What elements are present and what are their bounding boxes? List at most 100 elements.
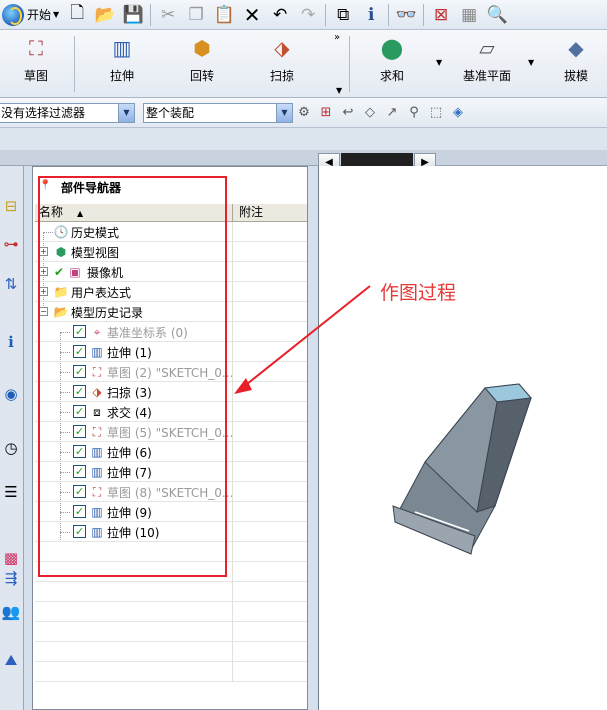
tree-row[interactable]: 🕓 历史模式 [35,222,307,242]
navigator-tree: 🕓 历史模式 + ⬢ 模型视图 + ✔ ▣ 摄像机 + 📁 用户表达式 − 📂 … [35,222,307,682]
tree-row[interactable]: ✓ ⛶ 草图 (5) "SKETCH_0... [35,422,307,442]
rectangle-select-icon[interactable]: ⬚ [425,102,447,124]
sketch-button[interactable]: ⛶ 草图 [6,34,66,84]
tree-row[interactable]: ✓ ▥ 拉伸 (9) [35,502,307,522]
save-icon[interactable]: 💾 [119,1,147,29]
model-view-icon: ⬢ [55,245,67,259]
shaded-view-icon[interactable]: ▦ [455,1,483,29]
cube-icon[interactable]: ◈ [447,102,469,124]
part-navigator-icon[interactable]: ⇅ [0,270,22,298]
toolbar-overflow-icon[interactable]: » [334,32,340,43]
clock-icon: 🕓 [53,225,69,239]
expand-icon[interactable]: + [39,287,48,296]
reuse-library-icon[interactable]: ☰ [0,478,22,506]
zoom-icon[interactable]: 🔍 [483,1,511,29]
roles-icon[interactable]: 👥 [0,598,22,626]
revolve-icon: ⬢ [193,36,211,60]
empty-row [35,562,307,582]
visibility-checkbox[interactable]: ✓ [73,385,86,398]
pointer-icon[interactable]: ↗ [381,102,403,124]
snap-view-icon[interactable]: ⧉ [329,1,357,29]
info-icon[interactable]: ℹ [0,328,22,356]
pin-icon[interactable]: 📍 [39,180,51,191]
visibility-checkbox[interactable]: ✓ [73,485,86,498]
expand-icon[interactable]: + [39,267,48,276]
tree-row[interactable]: ✓ ⧈ 求交 (4) [35,402,307,422]
tree-item-label: 基准坐标系 (0) [107,326,188,340]
sweep-button[interactable]: ⬗ 扫掠 [252,34,312,84]
cut-icon[interactable]: ✂ [154,1,182,29]
sketch-icon: ⛶ [92,484,102,499]
extrude-icon: ▥ [112,36,132,60]
information-icon[interactable]: ℹ [357,1,385,29]
web-browser-icon[interactable]: ◉ [0,380,22,408]
assembly-navigator-icon[interactable]: ⊟ [0,192,22,220]
visibility-checkbox[interactable]: ✓ [73,345,86,358]
redo-icon[interactable]: ↷ [294,1,322,29]
tree-row[interactable]: ✓ ▥ 拉伸 (1) [35,342,307,362]
fit-view-icon[interactable]: ⊠ [427,1,455,29]
chevron-down-icon[interactable]: ▼ [118,103,134,122]
filter-settings-icon[interactable]: ⚙ [293,102,315,124]
start-menu-button[interactable]: 开始 ▼ [0,1,63,29]
tree-row[interactable]: − 📂 模型历史记录 [35,302,307,322]
extrude-button[interactable]: ▥ 拉伸 [92,34,152,84]
visibility-checkbox[interactable]: ✓ [73,445,86,458]
delete-icon[interactable]: ✕ [238,1,266,29]
nx-logo-icon [2,3,24,26]
undo-icon[interactable]: ↶ [266,1,294,29]
visibility-checkbox[interactable]: ✓ [73,325,86,338]
part-navigator: 📍 部件导航器 名称 ▲ 附注 🕓 历史模式 + ⬢ 模型视图 + ✔ ▣ 摄像… [32,166,308,710]
unite-button[interactable]: ⬤ 求和 [362,34,422,84]
unite-icon: ⬤ [380,36,404,60]
copy-icon[interactable]: ❐ [182,1,210,29]
tree-row[interactable]: ✓ ⛶ 草图 (8) "SKETCH_0... [35,482,307,502]
process-studio-icon[interactable]: ⇶ [0,564,22,592]
binoculars-icon[interactable]: 👓 [392,1,420,29]
datum-plane-button[interactable]: ▱ 基准平面 [454,34,520,84]
tree-row[interactable]: ✓ ⌖ 基准坐标系 (0) [35,322,307,342]
type-filter-select[interactable]: 没有选择过滤器 ▼ [0,102,135,123]
chevron-down-icon[interactable]: ▼ [276,103,292,122]
scope-select[interactable]: 整个装配 ▼ [143,102,293,123]
paste-icon[interactable]: 📋 [210,1,238,29]
tree-item-label: 拉伸 (6) [107,446,152,460]
draft-button[interactable]: ◆ 拔模 [546,34,606,84]
tree-row[interactable]: + 📁 用户表达式 [35,282,307,302]
history-icon[interactable]: ◷ [0,434,22,462]
pin-icon[interactable]: ⚲ [403,102,425,124]
snap-point-icon[interactable]: ⊞ [315,102,337,124]
revolve-button[interactable]: ⬢ 回转 [172,34,232,84]
arrow-icon[interactable]: ↩ [337,102,359,124]
name-column-header[interactable]: 名称 ▲ [35,204,233,221]
tree-item-label: 拉伸 (9) [107,506,152,520]
extrude-icon: ▥ [91,525,103,539]
expand-icon[interactable]: + [39,247,48,256]
tree-row[interactable]: + ✔ ▣ 摄像机 [35,262,307,282]
eraser-icon[interactable]: ◇ [359,102,381,124]
chevron-down-icon[interactable]: ▼ [436,58,442,67]
datum-plane-label: 基准平面 [462,69,511,83]
tree-row[interactable]: ✓ ⬗ 扫掠 (3) [35,382,307,402]
new-file-icon[interactable]: 🗋 [63,1,91,29]
tree-row[interactable]: ✓ ⛶ 草图 (2) "SKETCH_0... [35,362,307,382]
visibility-checkbox[interactable]: ✓ [73,525,86,538]
open-folder-icon[interactable]: 📂 [91,1,119,29]
toolbar-options-icon[interactable]: ▼ [336,86,342,95]
graphics-window[interactable] [318,166,607,710]
visibility-checkbox[interactable]: ✓ [73,365,86,378]
visibility-checkbox[interactable]: ✓ [73,465,86,478]
visibility-checkbox[interactable]: ✓ [73,405,86,418]
tree-row[interactable]: ✓ ▥ 拉伸 (7) [35,462,307,482]
tree-row[interactable]: + ⬢ 模型视图 [35,242,307,262]
tree-row[interactable]: ✓ ▥ 拉伸 (10) [35,522,307,542]
visibility-checkbox[interactable]: ✓ [73,505,86,518]
constraint-navigator-icon[interactable]: ⊶ [0,230,22,258]
visibility-checkbox[interactable]: ✓ [73,425,86,438]
tree-row[interactable]: ✓ ▥ 拉伸 (6) [35,442,307,462]
note-column-header[interactable]: 附注 [233,204,307,221]
system-scene-icon[interactable]: ⛰ [0,646,22,674]
chevron-down-icon[interactable]: ▼ [528,58,534,67]
collapse-icon[interactable]: − [39,307,48,316]
sketch-icon: ⛶ [29,36,43,60]
